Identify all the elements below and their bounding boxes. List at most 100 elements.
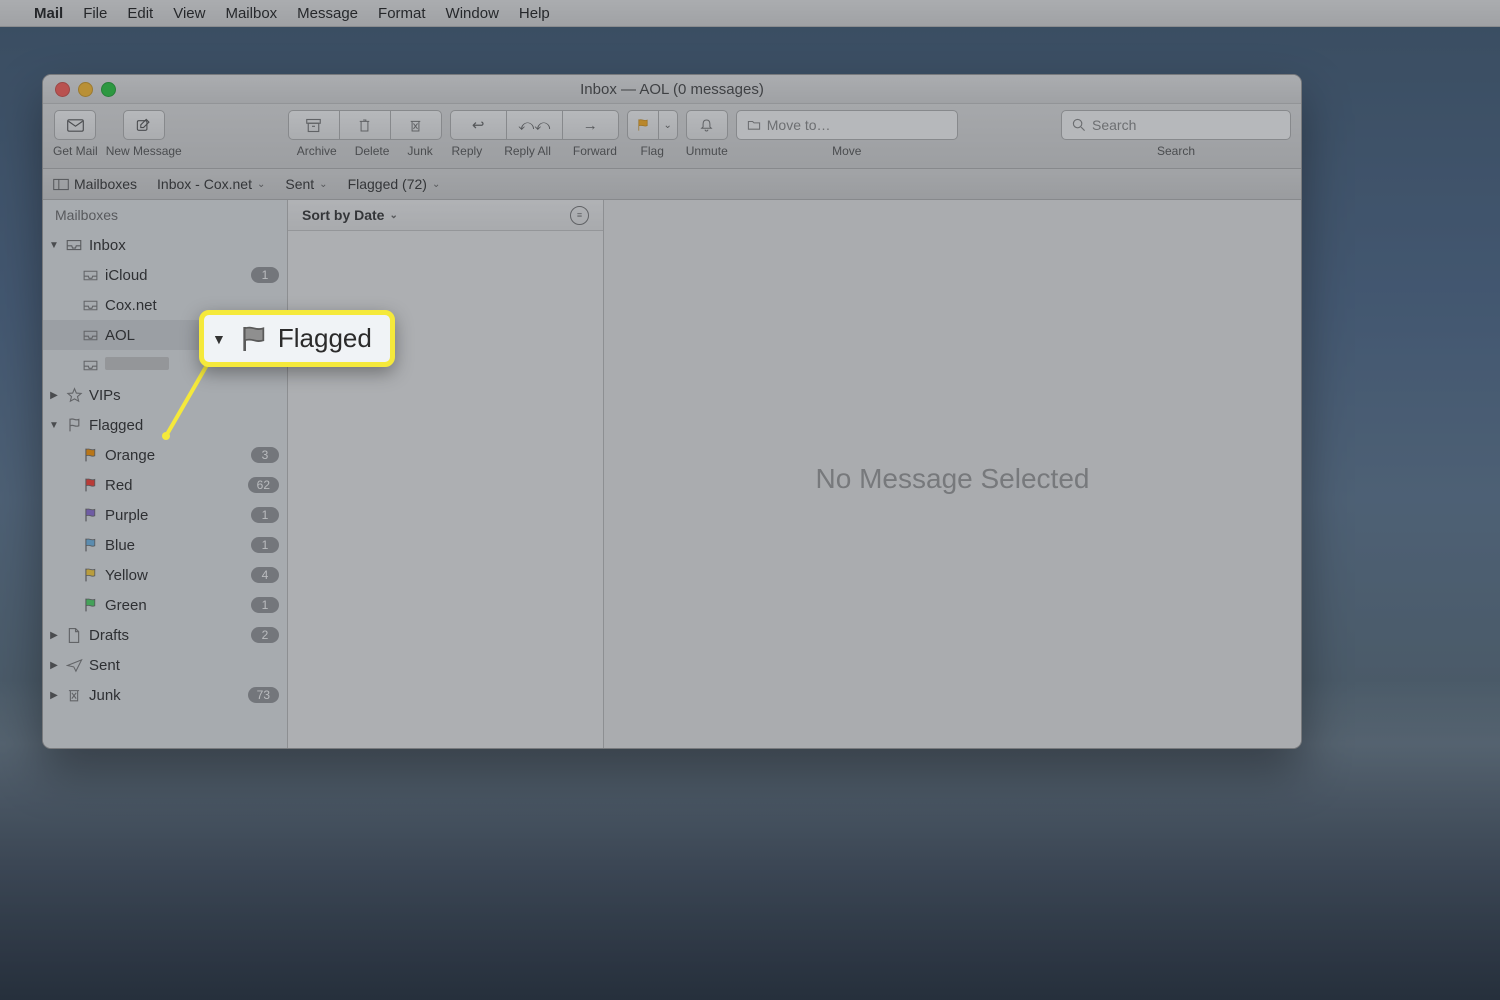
count-badge: 1: [251, 597, 279, 613]
get-mail-label: Get Mail: [53, 144, 98, 158]
menu-format[interactable]: Format: [378, 5, 426, 22]
search-field[interactable]: Search: [1061, 110, 1291, 140]
fav-label: Inbox - Cox.net: [157, 176, 252, 192]
menu-file[interactable]: File: [83, 5, 107, 22]
mute-button[interactable]: [686, 110, 728, 140]
mailboxes-toggle[interactable]: Mailboxes: [53, 176, 137, 192]
reply-all-icon: ⤺⤺: [518, 117, 550, 134]
paperplane-icon: [66, 658, 83, 673]
fav-sent[interactable]: Sent ⌄: [285, 176, 327, 192]
delete-button[interactable]: [339, 110, 390, 140]
search-placeholder: Search: [1092, 117, 1136, 133]
bell-icon: [698, 118, 715, 133]
menu-help[interactable]: Help: [519, 5, 550, 22]
flag-icon: [238, 324, 270, 354]
count-badge: 1: [251, 507, 279, 523]
no-message-placeholder: No Message Selected: [816, 463, 1090, 495]
callout-label: Flagged: [278, 323, 372, 354]
redacted-strip: [105, 357, 169, 370]
sidebar-inbox-icloud[interactable]: iCloud 1: [43, 260, 287, 290]
sidebar-flag-blue[interactable]: Blue1: [43, 530, 287, 560]
menu-window[interactable]: Window: [446, 5, 499, 22]
count-badge: 3: [251, 447, 279, 463]
move-placeholder: Move to…: [767, 117, 831, 133]
search-label: Search: [1157, 144, 1195, 158]
sidebar-item-label: Inbox: [89, 237, 279, 254]
junk-icon: [66, 687, 82, 703]
get-mail-button[interactable]: [54, 110, 96, 140]
disclosure-triangle-icon[interactable]: ▶: [49, 630, 59, 641]
menu-message[interactable]: Message: [297, 5, 358, 22]
sidebar-vips[interactable]: ▶ VIPs: [43, 380, 287, 410]
new-message-label: New Message: [106, 144, 182, 158]
reply-all-label: Reply All: [504, 144, 551, 158]
message-list-pane: Sort by Date⌄ ≡: [288, 200, 604, 749]
sidebar-drafts[interactable]: ▶ Drafts 2: [43, 620, 287, 650]
fav-flagged[interactable]: Flagged (72)⌄: [348, 176, 441, 192]
flag-icon: [82, 507, 98, 523]
chevron-down-icon: ⌄: [257, 179, 265, 190]
chevron-down-icon: ⌄: [432, 179, 440, 190]
inbox-icon: [82, 299, 99, 312]
chevron-down-icon: ⌄: [319, 179, 327, 190]
reply-all-button[interactable]: ⤺⤺: [506, 110, 562, 140]
unmute-label: Unmute: [686, 144, 728, 158]
disclosure-triangle-icon[interactable]: ▶: [49, 660, 59, 671]
count-badge: 2: [251, 627, 279, 643]
count-badge: 1: [251, 267, 279, 283]
delete-label: Delete: [355, 144, 390, 158]
sidebar-sent[interactable]: ▶ Sent: [43, 650, 287, 680]
sidebar-item-label: Sent: [89, 657, 279, 674]
sort-button[interactable]: Sort by Date⌄: [302, 207, 398, 223]
folder-icon: [747, 119, 761, 131]
count-badge: 4: [251, 567, 279, 583]
sidebar-flag-purple[interactable]: Purple 1: [43, 500, 287, 530]
disclosure-triangle-icon[interactable]: ▶: [49, 390, 59, 401]
forward-button[interactable]: →: [562, 110, 619, 140]
sidebar-item-label: Purple: [105, 507, 245, 524]
flag-menu-button[interactable]: ⌄: [658, 110, 678, 140]
inbox-icon: [82, 269, 99, 282]
sidebar-flag-red[interactable]: Red62: [43, 470, 287, 500]
archive-button[interactable]: [288, 110, 339, 140]
disclosure-triangle-icon: ▼: [212, 331, 226, 347]
menu-mailbox[interactable]: Mailbox: [225, 5, 277, 22]
sidebar-flag-green[interactable]: Green1: [43, 590, 287, 620]
disclosure-triangle-icon[interactable]: ▶: [49, 690, 59, 701]
flag-icon: [636, 118, 650, 132]
mail-window: Inbox — AOL (0 messages) Get Mail New Me…: [42, 74, 1302, 749]
move-to-field[interactable]: Move to…: [736, 110, 958, 140]
reply-button[interactable]: ↩︎: [450, 110, 506, 140]
star-icon: [66, 387, 83, 403]
sidebar-icon: [53, 178, 69, 191]
titlebar: Inbox — AOL (0 messages): [43, 75, 1301, 104]
disclosure-triangle-icon[interactable]: ▼: [49, 240, 59, 251]
menu-edit[interactable]: Edit: [127, 5, 153, 22]
sidebar-flagged[interactable]: ▼ Flagged: [43, 410, 287, 440]
sidebar-item-label: Yellow: [105, 567, 245, 584]
junk-button[interactable]: [390, 110, 442, 140]
new-message-button[interactable]: [123, 110, 165, 140]
sidebar-item-label: Orange: [105, 447, 245, 464]
sidebar-flag-yellow[interactable]: Yellow 4: [43, 560, 287, 590]
app-menu[interactable]: Mail: [34, 5, 63, 22]
sidebar-item-label: Blue: [105, 537, 245, 554]
document-icon: [67, 627, 81, 644]
sidebar-item-label: Red: [105, 477, 242, 494]
flag-button[interactable]: [627, 110, 658, 140]
menu-view[interactable]: View: [173, 5, 205, 22]
sidebar-item-label: iCloud: [105, 267, 245, 284]
disclosure-triangle-icon[interactable]: ▼: [49, 420, 59, 431]
menubar[interactable]: Mail File Edit View Mailbox Message Form…: [0, 0, 1500, 27]
filter-button[interactable]: ≡: [570, 206, 589, 225]
sidebar-inbox[interactable]: ▼ Inbox: [43, 230, 287, 260]
flag-label: Flag: [641, 144, 664, 158]
fav-inbox-cox[interactable]: Inbox - Cox.net ⌄: [157, 176, 265, 192]
archive-label: Archive: [297, 144, 337, 158]
reply-icon: ↩︎: [472, 116, 485, 134]
fav-label: Sent: [285, 176, 314, 192]
forward-label: Forward: [573, 144, 617, 158]
sidebar-junk[interactable]: ▶ Junk 73: [43, 680, 287, 710]
sidebar-flag-orange[interactable]: Orange 3: [43, 440, 287, 470]
trash-icon: [356, 118, 373, 133]
